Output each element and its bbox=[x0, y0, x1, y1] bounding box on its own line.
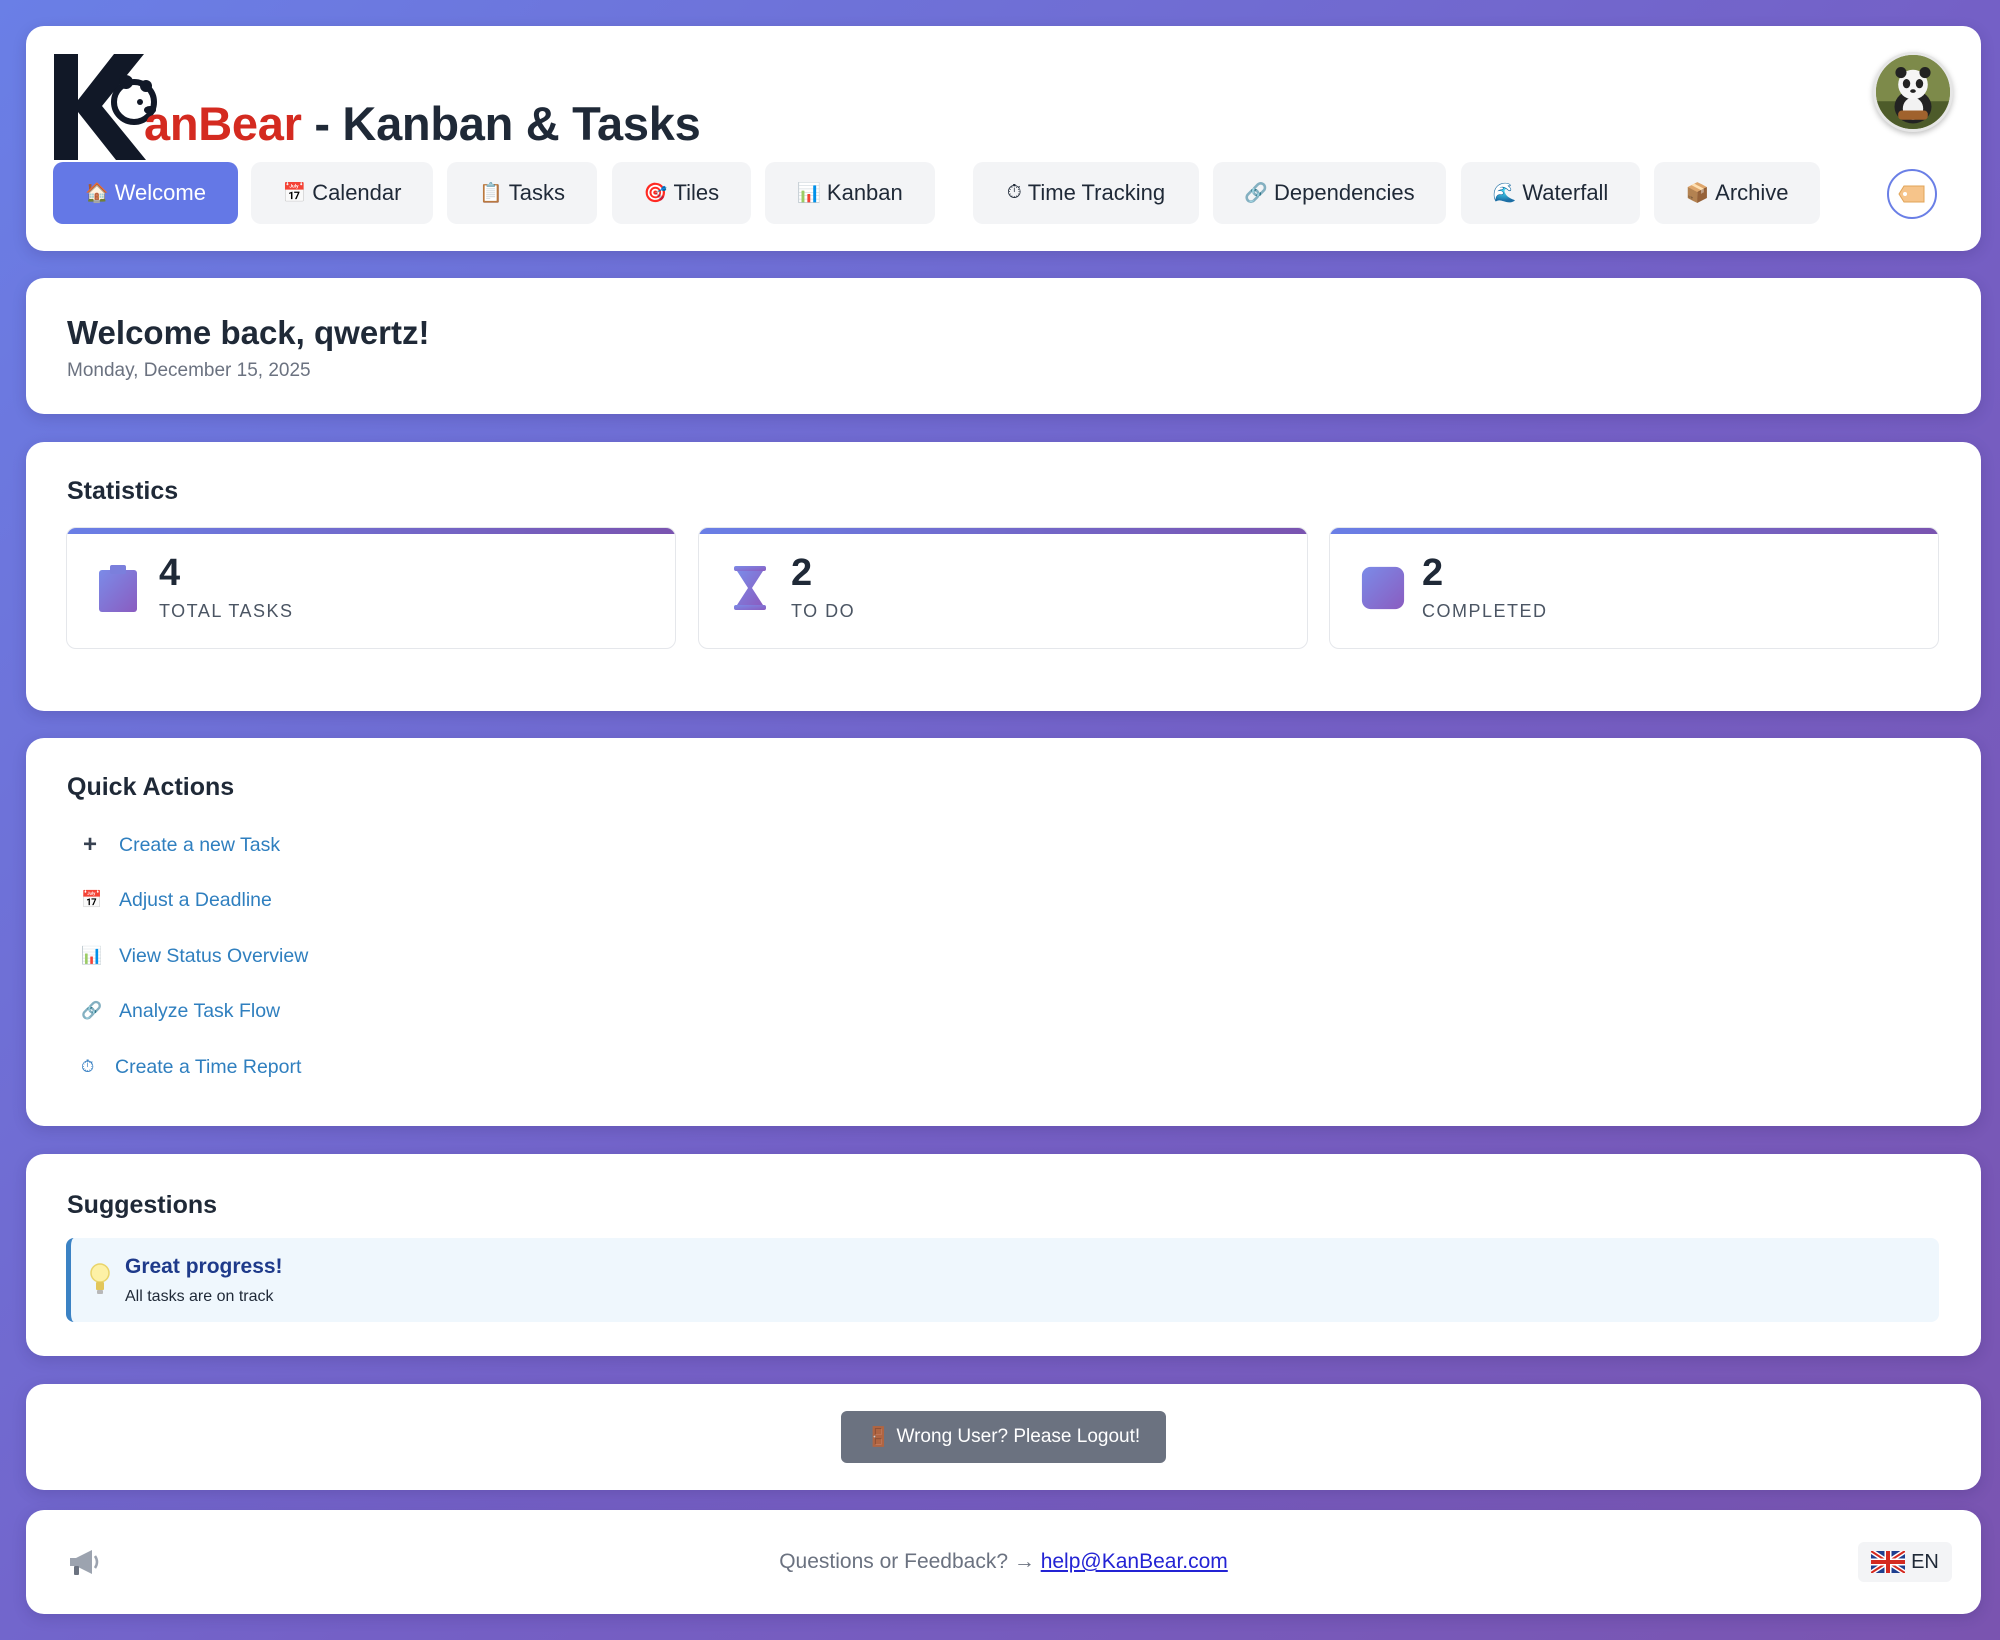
tab-archive[interactable]: 📦 Archive bbox=[1654, 162, 1820, 224]
wave-icon: 🌊 bbox=[1492, 183, 1517, 204]
bar-chart-icon: 📊 bbox=[797, 183, 821, 204]
calendar-icon: 📅 bbox=[81, 890, 103, 909]
action-create-task[interactable]: + Create a new Task bbox=[81, 829, 280, 861]
suggestion-text: All tasks are on track bbox=[125, 1288, 274, 1305]
stopwatch-icon: ⏱ bbox=[81, 1057, 95, 1076]
door-icon: 🚪 bbox=[866, 1427, 891, 1448]
stat-to-do: 2 TO DO bbox=[698, 527, 1308, 649]
tab-waterfall[interactable]: 🌊 Waterfall bbox=[1461, 162, 1640, 224]
stat-total-tasks: 4 TOTAL TASKS bbox=[66, 527, 676, 649]
stat-value: 2 bbox=[1422, 552, 1444, 594]
clipboard-icon: 📋 bbox=[479, 183, 503, 204]
label-tag-icon bbox=[1898, 185, 1925, 203]
stat-value: 4 bbox=[159, 552, 181, 594]
quick-actions-title: Quick Actions bbox=[67, 773, 235, 801]
check-square-icon bbox=[1361, 566, 1405, 610]
action-time-report[interactable]: ⏱ Create a Time Report bbox=[81, 1051, 301, 1083]
current-date: Monday, December 15, 2025 bbox=[67, 360, 311, 381]
tab-tiles[interactable]: 🎯 Tiles bbox=[612, 162, 751, 224]
stat-value: 2 bbox=[791, 552, 813, 594]
tab-kanban[interactable]: 📊 Kanban bbox=[765, 162, 935, 224]
home-icon: 🏠 bbox=[85, 183, 109, 204]
stat-label: TO DO bbox=[791, 601, 856, 621]
logout-button[interactable]: 🚪 Wrong User? Please Logout! bbox=[841, 1411, 1166, 1463]
tab-calendar[interactable]: 📅 Calendar bbox=[251, 162, 433, 224]
hourglass-icon bbox=[734, 566, 766, 610]
suggestion-title: Great progress! bbox=[125, 1255, 283, 1278]
footer-feedback: Questions or Feedback? → help@KanBear.co… bbox=[779, 1550, 1228, 1573]
suggestion-item: Great progress! All tasks are on track bbox=[66, 1238, 1939, 1322]
target-icon: 🎯 bbox=[643, 183, 668, 204]
statistics-card: Statistics 4 TOTAL TASKS 2 TO DO 2 COMPL… bbox=[26, 442, 1981, 711]
stat-completed: 2 COMPLETED bbox=[1329, 527, 1939, 649]
plus-icon: + bbox=[83, 831, 98, 858]
panda-avatar-icon bbox=[1876, 55, 1950, 129]
tab-tasks[interactable]: 📋 Tasks bbox=[447, 162, 597, 224]
lightbulb-icon bbox=[90, 1263, 110, 1294]
tab-time-tracking[interactable]: ⏱ Time Tracking bbox=[973, 162, 1199, 224]
action-view-status[interactable]: 📊 View Status Overview bbox=[81, 940, 308, 972]
stat-label: COMPLETED bbox=[1422, 601, 1548, 621]
stat-label: TOTAL TASKS bbox=[159, 601, 294, 621]
header-card: anBear - Kanban & Tasks 🏠 Welcome 📅 Calend… bbox=[26, 26, 1981, 251]
language-selector[interactable]: EN bbox=[1858, 1542, 1952, 1582]
support-email-link[interactable]: help@KanBear.com bbox=[1041, 1550, 1228, 1573]
bar-chart-icon: 📊 bbox=[81, 946, 103, 965]
link-icon: 🔗 bbox=[1244, 183, 1268, 204]
action-adjust-deadline[interactable]: 📅 Adjust a Deadline bbox=[81, 884, 272, 916]
calendar-icon: 📅 bbox=[282, 183, 307, 204]
quick-actions-card: Quick Actions + Create a new Task 📅 Adju… bbox=[26, 738, 1981, 1126]
logout-card: 🚪 Wrong User? Please Logout! bbox=[26, 1384, 1981, 1490]
tag-button[interactable] bbox=[1887, 169, 1937, 219]
avatar[interactable] bbox=[1873, 52, 1953, 132]
stopwatch-icon: ⏱ bbox=[1006, 182, 1022, 203]
package-icon: 📦 bbox=[1685, 183, 1710, 204]
brand-title: anBear - Kanban & Tasks bbox=[144, 97, 701, 150]
clipboard-icon bbox=[99, 565, 137, 612]
tab-dependencies[interactable]: 🔗 Dependencies bbox=[1213, 162, 1446, 224]
welcome-card: Welcome back, qwertz! Monday, December 1… bbox=[26, 278, 1981, 414]
statistics-title: Statistics bbox=[67, 477, 179, 505]
suggestions-card: Suggestions Great progress! All tasks ar… bbox=[26, 1154, 1981, 1356]
tab-welcome[interactable]: 🏠 Welcome bbox=[53, 162, 238, 224]
uk-flag-icon bbox=[1871, 1551, 1906, 1573]
link-icon: 🔗 bbox=[81, 1001, 103, 1020]
footer-card: Questions or Feedback? → help@KanBear.co… bbox=[26, 1510, 1981, 1614]
page-title: Welcome back, qwertz! bbox=[67, 314, 430, 351]
action-analyze-flow[interactable]: 🔗 Analyze Task Flow bbox=[81, 995, 280, 1027]
suggestions-title: Suggestions bbox=[67, 1191, 218, 1219]
